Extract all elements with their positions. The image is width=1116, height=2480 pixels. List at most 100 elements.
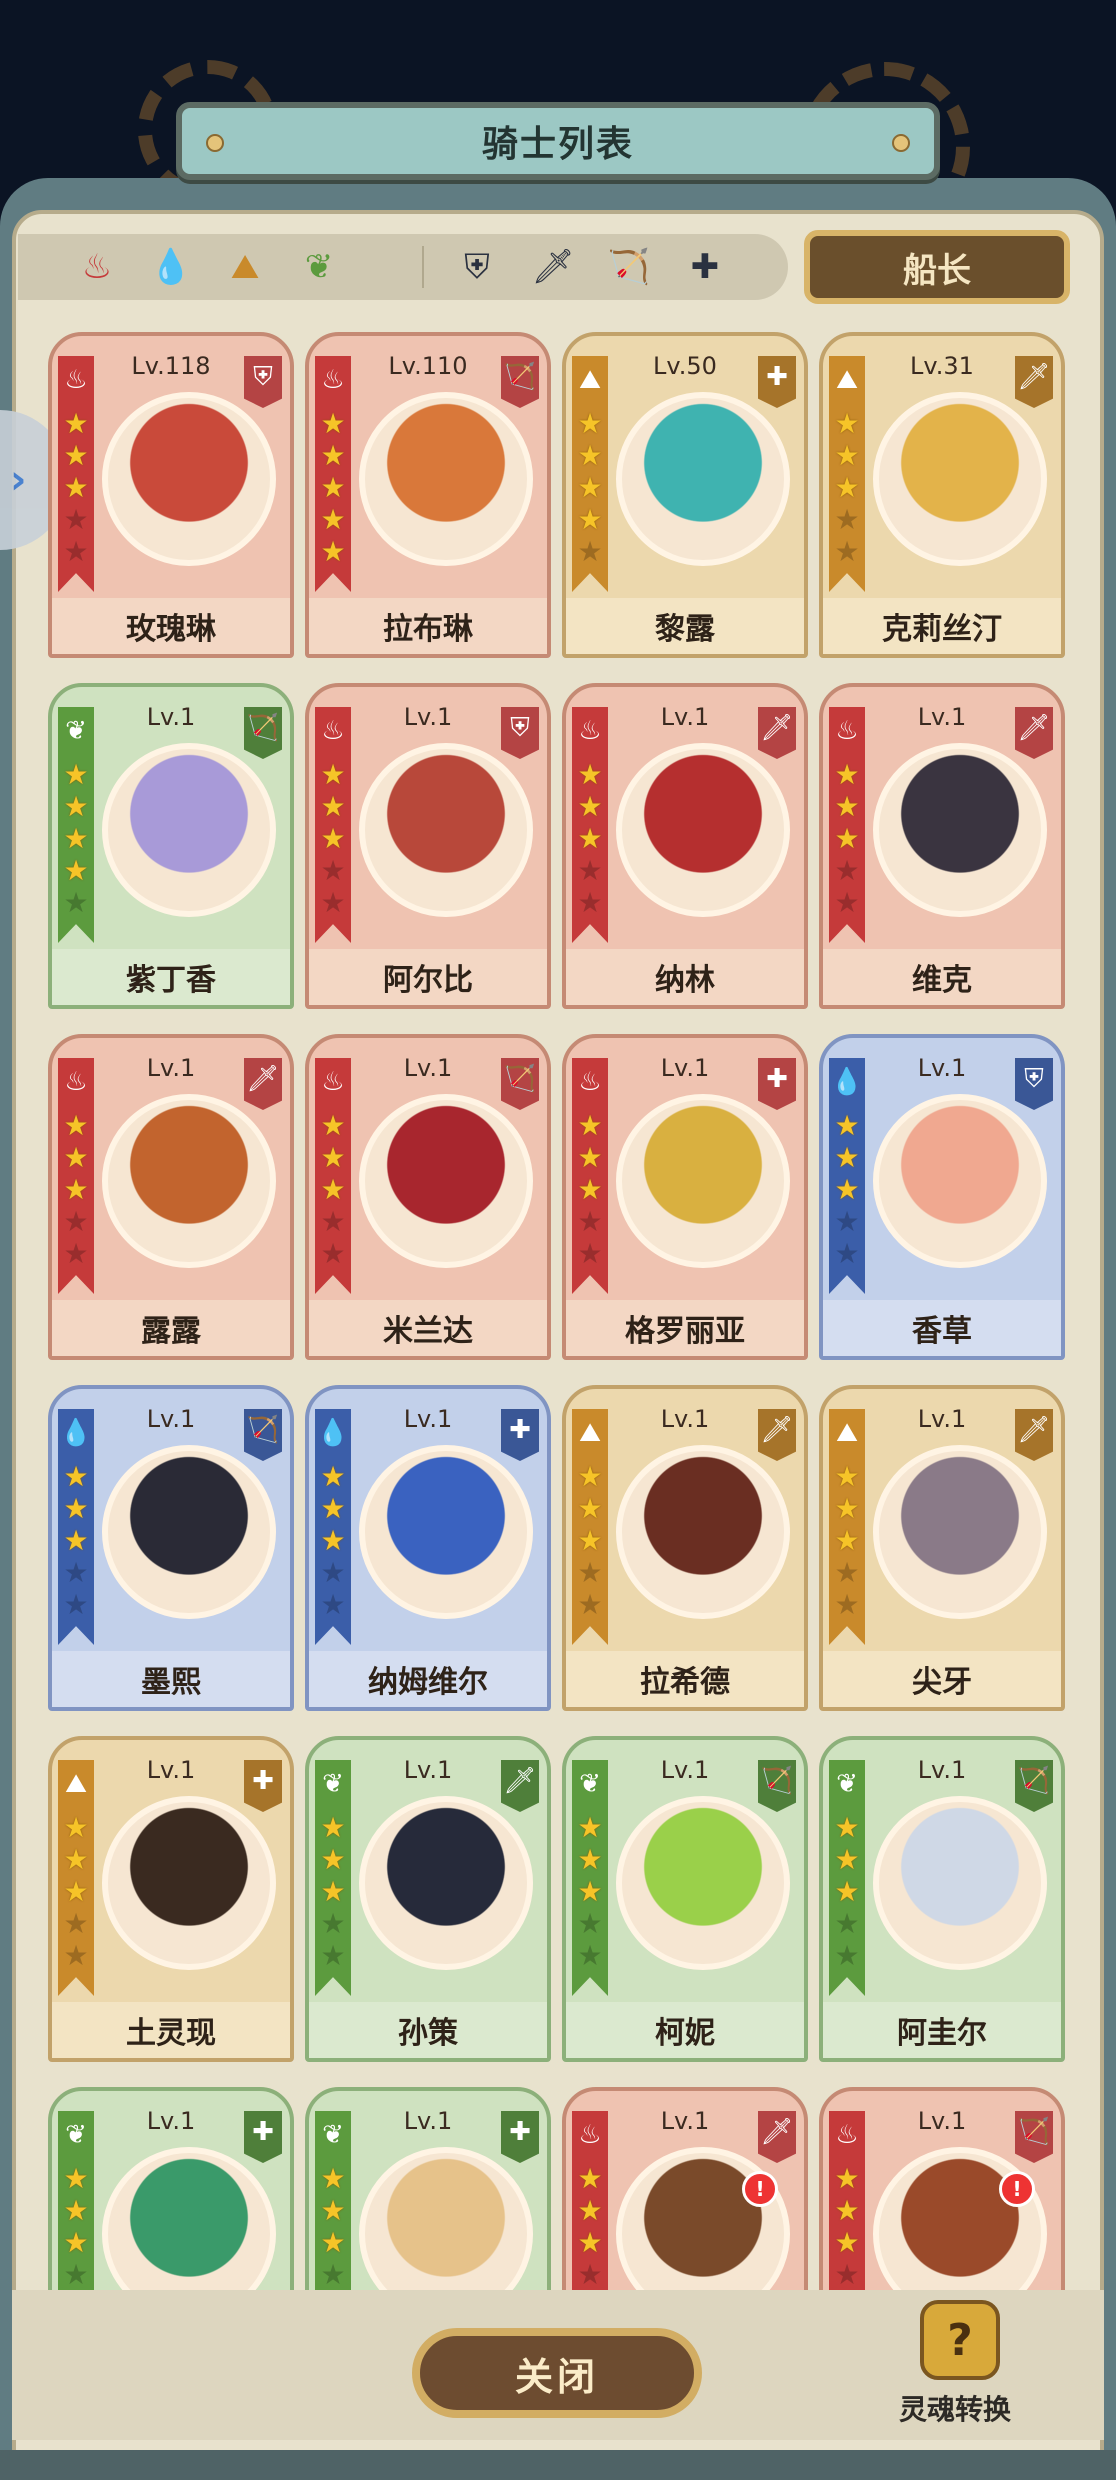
star-rating: ★★★★★ bbox=[318, 1812, 348, 1972]
knight-level: Lv.1 bbox=[403, 1054, 453, 1082]
knight-level: Lv.1 bbox=[660, 1405, 710, 1433]
knight-name: 阿尔比 bbox=[309, 949, 547, 1005]
star-icon: ★ bbox=[63, 471, 89, 504]
star-icon: ★ bbox=[834, 1875, 860, 1908]
knight-card[interactable]: ❦ ★ ★ ★ ★ ★ 🏹 Lv.1 紫丁香 bbox=[48, 683, 294, 1009]
knight-portrait bbox=[102, 1796, 276, 1970]
star-icon: ★ bbox=[577, 758, 603, 791]
knight-card[interactable]: 💧 ★ ★ ★ ★ ★ ✚ Lv.1 纳姆维尔 bbox=[305, 1385, 551, 1711]
star-icon: ★ bbox=[320, 854, 346, 887]
knight-card[interactable]: ♨ ★ ★ ★ ★ ★ ✚ Lv.1 格罗丽亚 bbox=[562, 1034, 808, 1360]
knight-card[interactable]: ♨ ★ ★ ★ ★ ★ 🗡 Lv.1 维克 bbox=[819, 683, 1065, 1009]
sword-class-icon[interactable]: 🗡 bbox=[526, 240, 580, 294]
star-icon: ★ bbox=[577, 439, 603, 472]
knight-card[interactable]: ♨★★★★★🗡Lv.1! bbox=[562, 2087, 808, 2290]
knight-card[interactable]: ⛰ ★ ★ ★ ★ ★ 🗡 Lv.31 克莉丝汀 bbox=[819, 332, 1065, 658]
soul-convert-icon: ? bbox=[920, 2300, 1000, 2380]
star-icon: ★ bbox=[320, 439, 346, 472]
knight-card[interactable]: ❦★★★★★✚Lv.1 bbox=[305, 2087, 551, 2290]
knight-card[interactable]: 💧 ★ ★ ★ ★ ★ 🏹 Lv.1 墨熙 bbox=[48, 1385, 294, 1711]
knight-level: Lv.1 bbox=[146, 1405, 196, 1433]
star-icon: ★ bbox=[63, 1939, 89, 1972]
shield-class-icon[interactable]: ⛨ bbox=[450, 240, 504, 294]
support-class-icon[interactable]: ✚ bbox=[678, 240, 732, 294]
knight-card[interactable]: ⛰ ★ ★ ★ ★ ★ ✚ Lv.1 土灵现 bbox=[48, 1736, 294, 2062]
knight-name: 拉希德 bbox=[566, 1651, 804, 1707]
knight-portrait bbox=[873, 2147, 1047, 2290]
star-rating: ★★★★★ bbox=[575, 1812, 605, 1972]
knight-card[interactable]: ❦★★★★★✚Lv.1 bbox=[48, 2087, 294, 2290]
star-icon: ★ bbox=[320, 1524, 346, 1557]
knight-card[interactable]: ⛰ ★ ★ ★ ★ ★ ✚ Lv.50 黎露 bbox=[562, 332, 808, 658]
knight-portrait bbox=[359, 1445, 533, 1619]
water-element-icon[interactable]: 💧 bbox=[144, 240, 198, 294]
star-rating: ★★★★★ bbox=[832, 1812, 862, 1972]
star-icon: ★ bbox=[577, 1205, 603, 1238]
close-button[interactable]: 关闭 bbox=[412, 2328, 702, 2418]
star-rating: ★★★★★ bbox=[832, 408, 862, 568]
star-icon: ★ bbox=[834, 2258, 860, 2291]
knight-card[interactable]: ❦ ★ ★ ★ ★ ★ 🗡 Lv.1 孙策 bbox=[305, 1736, 551, 2062]
star-icon: ★ bbox=[63, 1588, 89, 1621]
star-rating: ★★★★★ bbox=[61, 1110, 91, 1270]
knight-portrait bbox=[616, 392, 790, 566]
knight-card[interactable]: ♨ ★ ★ ★ ★ ★ 🗡 Lv.1 纳林 bbox=[562, 683, 808, 1009]
star-rating: ★★★★★ bbox=[61, 408, 91, 568]
star-icon: ★ bbox=[63, 503, 89, 536]
earth-element-icon[interactable]: ⛰ bbox=[218, 240, 272, 294]
star-icon: ★ bbox=[577, 854, 603, 887]
knight-level: Lv.50 bbox=[653, 352, 717, 380]
knight-card[interactable]: ♨ ★ ★ ★ ★ ★ 🗡 Lv.1 露露 bbox=[48, 1034, 294, 1360]
star-icon: ★ bbox=[320, 1811, 346, 1844]
knight-level: Lv.110 bbox=[388, 352, 468, 380]
star-icon: ★ bbox=[834, 2226, 860, 2259]
bow-class-icon[interactable]: 🏹 bbox=[602, 240, 656, 294]
soul-convert-button[interactable]: ? 灵魂转换 bbox=[899, 2300, 1020, 2440]
star-icon: ★ bbox=[63, 790, 89, 823]
knight-card[interactable]: ♨ ★ ★ ★ ★ ★ 🏹 Lv.1 米兰达 bbox=[305, 1034, 551, 1360]
star-icon: ★ bbox=[63, 1556, 89, 1589]
star-icon: ★ bbox=[834, 1173, 860, 1206]
star-icon: ★ bbox=[834, 1141, 860, 1174]
knight-name: 纳林 bbox=[566, 949, 804, 1005]
star-icon: ★ bbox=[320, 1588, 346, 1621]
knight-level: Lv.1 bbox=[917, 1756, 967, 1784]
star-icon: ★ bbox=[577, 886, 603, 919]
knight-name: 土灵现 bbox=[52, 2002, 290, 2058]
knight-card[interactable]: ❦ ★ ★ ★ ★ ★ 🏹 Lv.1 柯妮 bbox=[562, 1736, 808, 2062]
knight-level: Lv.1 bbox=[660, 1054, 710, 1082]
star-icon: ★ bbox=[834, 1237, 860, 1270]
knight-level: Lv.1 bbox=[403, 1405, 453, 1433]
star-rating: ★★★★★ bbox=[832, 1110, 862, 1270]
knight-grid: ♨ ★ ★ ★ ★ ★ ⛨ Lv.118 玫瑰琳 ♨ ★ ★ ★ ★ ★ 🏹 Lv.110 拉布琳 ⛰ ★ ★ ★ ★ ★ ✚ L… bbox=[48, 332, 1068, 2290]
knight-card[interactable]: ♨ ★ ★ ★ ★ ★ ⛨ Lv.118 玫瑰琳 bbox=[48, 332, 294, 658]
knight-card[interactable]: ⛰ ★ ★ ★ ★ ★ 🗡 Lv.1 尖牙 bbox=[819, 1385, 1065, 1711]
knight-level: Lv.1 bbox=[917, 703, 967, 731]
fire-element-icon[interactable]: ♨ bbox=[70, 240, 124, 294]
star-icon: ★ bbox=[577, 822, 603, 855]
star-icon: ★ bbox=[320, 1109, 346, 1142]
knight-card[interactable]: ❦ ★ ★ ★ ★ ★ 🏹 Lv.1 阿圭尔 bbox=[819, 1736, 1065, 2062]
knight-portrait bbox=[359, 2147, 533, 2290]
knight-card[interactable]: ♨★★★★★🏹Lv.1! bbox=[819, 2087, 1065, 2290]
star-icon: ★ bbox=[577, 1460, 603, 1493]
star-icon: ★ bbox=[577, 2258, 603, 2291]
knight-level: Lv.1 bbox=[146, 703, 196, 731]
star-rating: ★★★★★ bbox=[61, 2163, 91, 2291]
knight-level: Lv.1 bbox=[660, 2107, 710, 2135]
star-icon: ★ bbox=[834, 2162, 860, 2195]
captain-button[interactable]: 船长 bbox=[804, 230, 1070, 304]
star-icon: ★ bbox=[320, 535, 346, 568]
star-icon: ★ bbox=[577, 1588, 603, 1621]
knight-card[interactable]: ♨ ★ ★ ★ ★ ★ ⛨ Lv.1 阿尔比 bbox=[305, 683, 551, 1009]
knight-card[interactable]: ⛰ ★ ★ ★ ★ ★ 🗡 Lv.1 拉希德 bbox=[562, 1385, 808, 1711]
star-icon: ★ bbox=[63, 1843, 89, 1876]
knight-card[interactable]: 💧 ★ ★ ★ ★ ★ ⛨ Lv.1 香草 bbox=[819, 1034, 1065, 1360]
knight-name: 墨熙 bbox=[52, 1651, 290, 1707]
star-icon: ★ bbox=[320, 1492, 346, 1525]
star-icon: ★ bbox=[834, 1109, 860, 1142]
rivet-icon bbox=[892, 134, 910, 152]
knight-card[interactable]: ♨ ★ ★ ★ ★ ★ 🏹 Lv.110 拉布琳 bbox=[305, 332, 551, 658]
wood-element-icon[interactable]: ❦ bbox=[292, 240, 346, 294]
star-icon: ★ bbox=[63, 1205, 89, 1238]
